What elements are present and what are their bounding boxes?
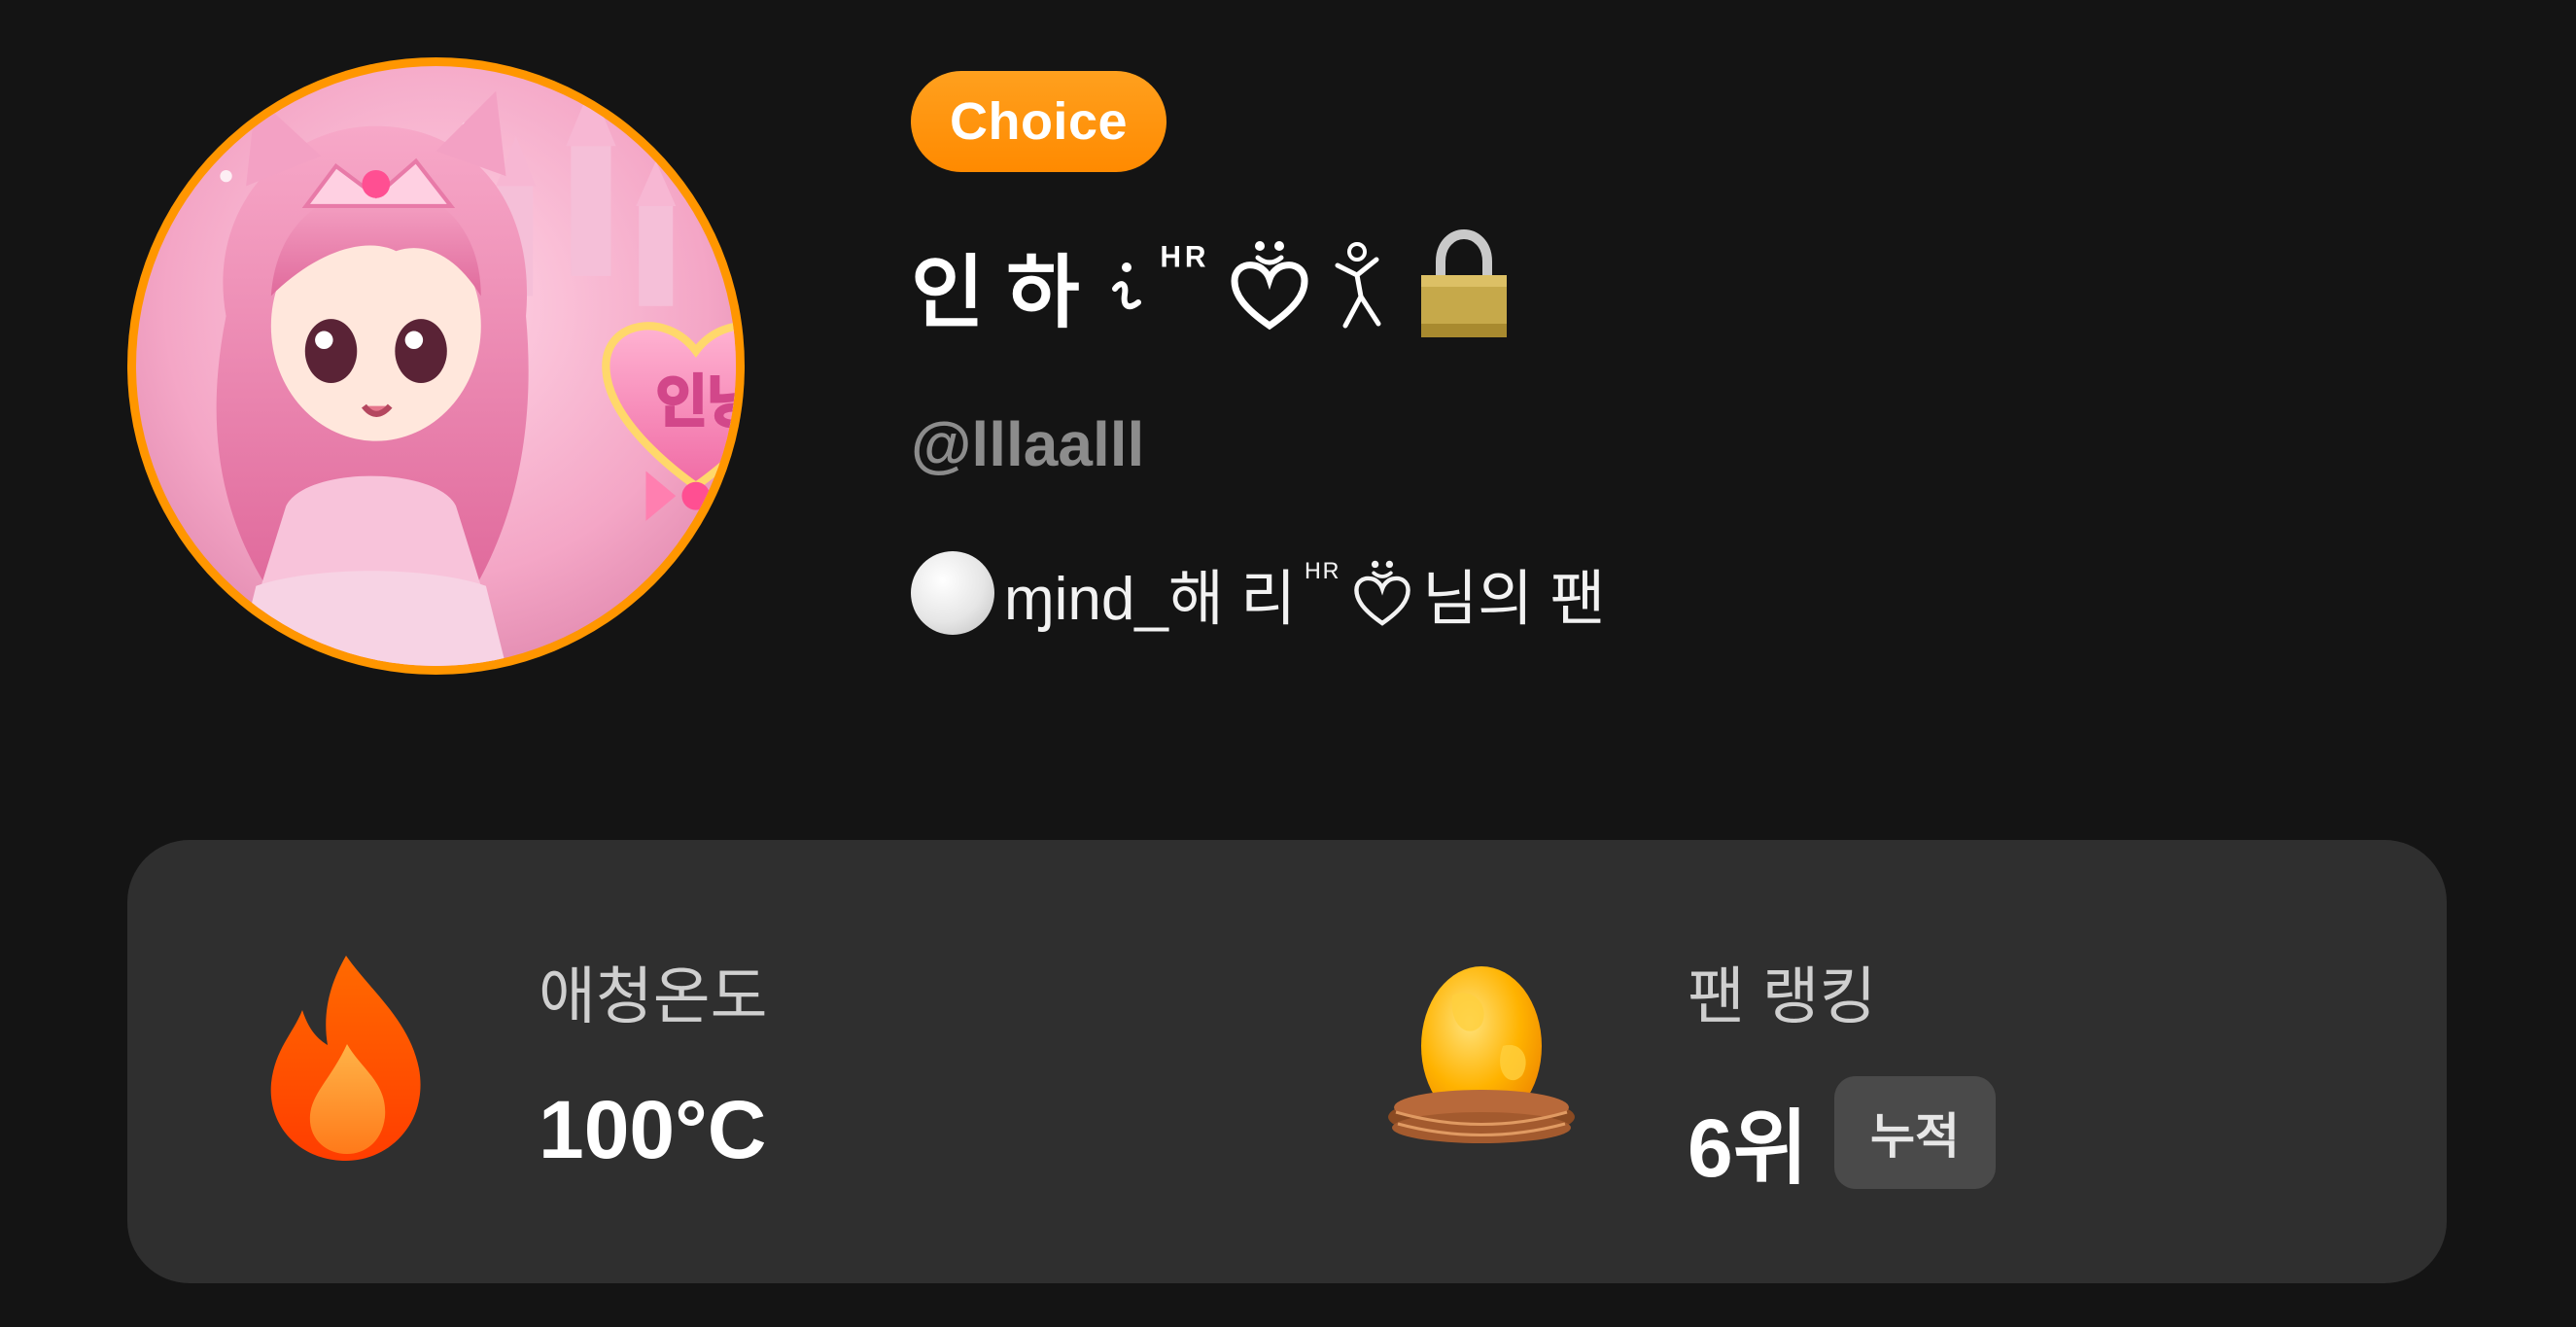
choice-badge: Choice <box>911 71 1166 172</box>
dancer-icon <box>1328 236 1396 333</box>
stat-temperature[interactable]: 애청온도 100°C <box>127 840 1287 1283</box>
fire-icon <box>263 952 429 1170</box>
fan-of-prefix: ɱind_해 리 <box>1004 566 1297 633</box>
egg-nest-icon <box>1384 957 1579 1166</box>
ranking-label: 팬 랭킹 <box>1688 961 1877 1031</box>
ranking-value: 6위 <box>1688 1102 1808 1194</box>
profile-name-suffix: ᴴᴿ <box>1161 239 1212 287</box>
heart-face-icon <box>1229 236 1310 333</box>
profile-name: 인 하 <box>911 248 1080 337</box>
white-circle-icon <box>911 551 994 635</box>
stat-fan-ranking[interactable]: 팬 랭킹 6위 누적 <box>1287 840 2447 1283</box>
profile-display-name: 인 하 ᴴᴿ <box>911 222 1514 348</box>
profile-handle: @lllaalll <box>911 409 1145 479</box>
heart-face-small-icon <box>1352 554 1412 632</box>
avatar-caption: 인냥핑 <box>656 369 736 435</box>
temperature-label: 애청온도 <box>539 961 768 1031</box>
temperature-value: 100°C <box>539 1084 767 1175</box>
profile-avatar[interactable]: 인냥핑 <box>136 66 736 666</box>
cumulative-badge[interactable]: 누적 <box>1834 1076 1996 1189</box>
fan-of-suffix: 님의 팬 <box>1422 566 1606 633</box>
fan-of-line[interactable]: ɱind_해 리 ᴴᴿ 님의 팬 <box>911 544 1605 642</box>
stats-card: 애청온도 100°C 팬 랭킹 6위 누적 <box>127 840 2447 1283</box>
fan-of-sup: ᴴᴿ <box>1305 556 1343 594</box>
profile-avatar-ring[interactable]: 인냥핑 <box>127 57 745 675</box>
script-i-icon <box>1097 246 1144 324</box>
padlock-icon <box>1413 227 1514 343</box>
